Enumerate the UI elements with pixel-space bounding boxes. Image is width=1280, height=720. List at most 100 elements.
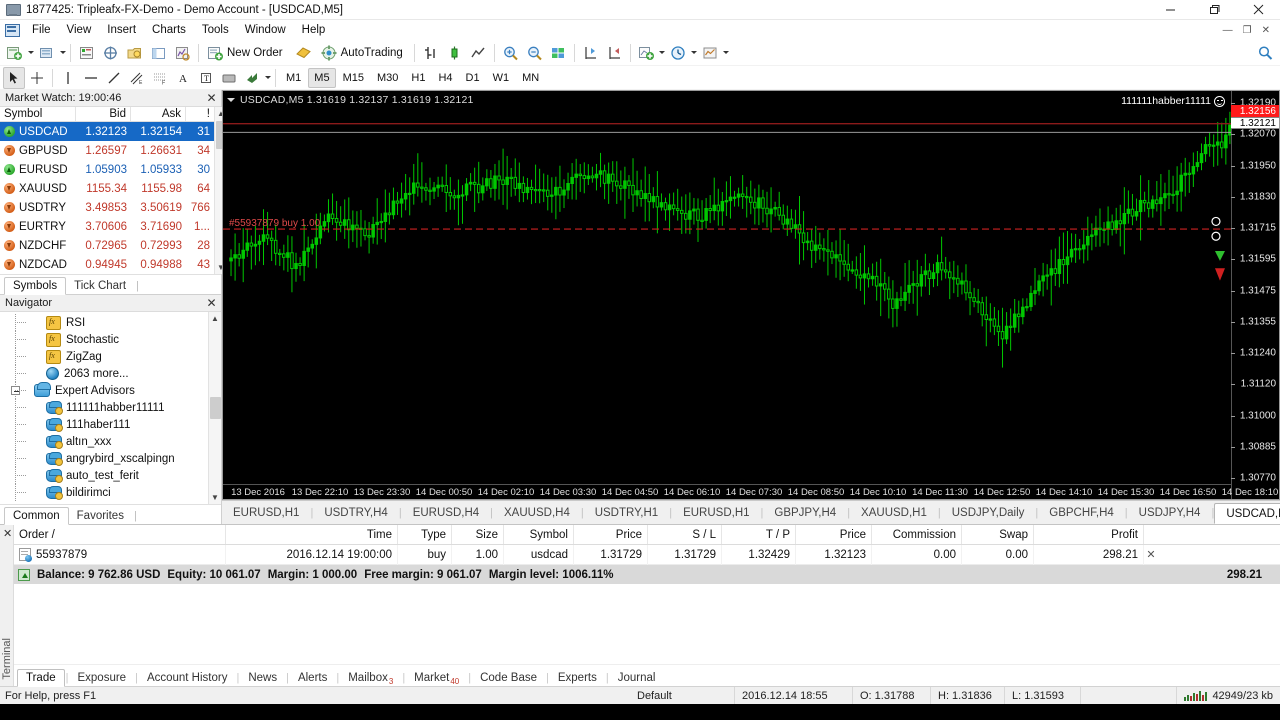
- column-ask[interactable]: Ask: [131, 107, 186, 121]
- terminal-column-take-profit[interactable]: T / P: [722, 525, 796, 544]
- terminal-column-commission[interactable]: Commission: [872, 525, 962, 544]
- terminal-tab-news[interactable]: News: [240, 670, 285, 686]
- navigator-item[interactable]: altın_xxx: [0, 433, 208, 450]
- status-profile[interactable]: Default: [630, 686, 735, 705]
- terminal-column-symbol[interactable]: Symbol: [504, 525, 574, 544]
- market-watch-row[interactable]: XAUUSD 1155.34 1155.98 64: [0, 179, 214, 198]
- chart-tab[interactable]: EURUSD,H4: [402, 501, 490, 524]
- navigator-item[interactable]: 2063 more...: [0, 365, 208, 382]
- navigator-scrollbar[interactable]: ▲ ▼: [208, 312, 221, 504]
- restore-button[interactable]: [1192, 0, 1236, 20]
- timeframe-h1[interactable]: H1: [405, 68, 431, 88]
- nav-scroll-down-icon[interactable]: ▼: [209, 491, 222, 504]
- arrows-dropdown[interactable]: [264, 67, 271, 89]
- minimize-button[interactable]: [1148, 0, 1192, 20]
- collapse-toggle-icon[interactable]: [11, 386, 20, 395]
- nav-scroll-thumb[interactable]: [209, 397, 221, 419]
- market-watch-row[interactable]: EURUSD 1.05903 1.05933 30: [0, 160, 214, 179]
- fibonacci-tool[interactable]: F: [149, 67, 171, 89]
- terminal-tab-code-base[interactable]: Code Base: [472, 670, 545, 686]
- timeframe-m1[interactable]: M1: [280, 68, 307, 88]
- market-watch-row[interactable]: NZDCAD 0.94945 0.94988 43: [0, 255, 214, 274]
- new-chart-dropdown[interactable]: [27, 42, 34, 64]
- tab-common[interactable]: Common: [4, 507, 69, 525]
- profiles-dropdown[interactable]: [59, 42, 66, 64]
- periods-dropdown[interactable]: [691, 42, 698, 64]
- indicators-dropdown[interactable]: [659, 42, 666, 64]
- timeframe-m5[interactable]: M5: [308, 67, 336, 88]
- chart-tab[interactable]: EURUSD,H1: [672, 501, 760, 524]
- terminal-column-price-open[interactable]: Price: [574, 525, 648, 544]
- terminal-tab-market[interactable]: Market 40: [406, 670, 467, 686]
- chart-tab[interactable]: GBPJPY,H4: [763, 501, 847, 524]
- data-window-button[interactable]: [99, 42, 122, 64]
- terminal-column-size[interactable]: Size: [452, 525, 504, 544]
- market-watch-row[interactable]: USDCAD 1.32123 1.32154 31: [0, 122, 214, 141]
- chart-tab[interactable]: USDTRY,H4: [313, 501, 399, 524]
- column-bid[interactable]: Bid: [76, 107, 131, 121]
- search-icon[interactable]: [1254, 42, 1277, 64]
- terminal-tab-account-history[interactable]: Account History: [139, 670, 236, 686]
- market-watch-row[interactable]: GBPUSD 1.26597 1.26631 34: [0, 141, 214, 160]
- navigator-item[interactable]: RSI: [0, 314, 208, 331]
- text-label-tool[interactable]: T: [195, 67, 217, 89]
- navigator-button[interactable]: [123, 42, 146, 64]
- candlestick-chart-button[interactable]: [443, 42, 466, 64]
- column-symbol[interactable]: Symbol: [0, 107, 76, 121]
- crosshair-tool[interactable]: [26, 67, 48, 89]
- zoom-in-button[interactable]: [499, 42, 522, 64]
- navigator-item[interactable]: Expert Advisors: [0, 382, 208, 399]
- shift-end-button[interactable]: [579, 42, 602, 64]
- terminal-column-swap[interactable]: Swap: [962, 525, 1034, 544]
- navigator-item[interactable]: bildirimci: [0, 484, 208, 501]
- new-order-button[interactable]: New Order: [203, 42, 290, 64]
- autotrading-button[interactable]: AutoTrading: [317, 42, 410, 64]
- zoom-out-button[interactable]: [523, 42, 546, 64]
- terminal-tab-exposure[interactable]: Exposure: [69, 670, 134, 686]
- tab-tick-chart[interactable]: Tick Chart: [66, 278, 134, 294]
- navigator-item[interactable]: ZigZag: [0, 348, 208, 365]
- market-watch-row[interactable]: NZDCHF 0.72965 0.72993 28: [0, 236, 214, 255]
- auto-scroll-button[interactable]: [603, 42, 626, 64]
- tile-windows-button[interactable]: [547, 42, 570, 64]
- timeframe-m15[interactable]: M15: [337, 68, 370, 88]
- new-chart-button[interactable]: [3, 42, 26, 64]
- mdi-minimize-button[interactable]: —: [1219, 25, 1237, 36]
- terminal-row[interactable]: 55937879 2016.12.14 19:00:00 buy 1.00 usdcad…: [14, 544, 1280, 565]
- horizontal-line-tool[interactable]: [80, 67, 102, 89]
- line-chart-button[interactable]: [467, 42, 490, 64]
- time-scale[interactable]: 13 Dec 2016 13 Dec 22:10 13 Dec 23:30 14 De…: [223, 484, 1278, 499]
- menu-insert[interactable]: Insert: [99, 22, 144, 38]
- mdi-close-button[interactable]: ✕: [1258, 25, 1274, 36]
- terminal-column-time[interactable]: Time: [226, 525, 398, 544]
- market-watch-button[interactable]: [75, 42, 98, 64]
- text-tool[interactable]: A: [172, 67, 194, 89]
- trendline-tool[interactable]: [103, 67, 125, 89]
- strategy-tester-button[interactable]: [171, 42, 194, 64]
- menu-help[interactable]: Help: [294, 22, 334, 38]
- menu-charts[interactable]: Charts: [144, 22, 194, 38]
- timeframe-h4[interactable]: H4: [432, 68, 458, 88]
- timeframe-mn[interactable]: MN: [516, 68, 545, 88]
- tab-symbols[interactable]: Symbols: [4, 277, 67, 295]
- nav-scroll-up-icon[interactable]: ▲: [209, 312, 222, 325]
- market-watch-close-icon[interactable]: ✕: [205, 92, 218, 104]
- templates-button[interactable]: [699, 42, 722, 64]
- menu-tools[interactable]: Tools: [194, 22, 237, 38]
- menu-file[interactable]: File: [24, 22, 59, 38]
- market-watch-row[interactable]: USDTRY 3.49853 3.50619 766: [0, 198, 214, 217]
- menu-view[interactable]: View: [59, 22, 100, 38]
- terminal-close-icon[interactable]: ✕: [3, 527, 12, 540]
- vertical-line-tool[interactable]: [57, 67, 79, 89]
- chart-tab[interactable]: USDTRY,H1: [584, 501, 670, 524]
- menu-window[interactable]: Window: [237, 22, 294, 38]
- price-scale[interactable]: 1.32190 1.32070 1.31950 1.31830 1.31715 1.315…: [1231, 91, 1279, 499]
- chart-tab[interactable]: USDJPY,Daily: [941, 501, 1036, 524]
- rectangle-label-tool[interactable]: [218, 67, 240, 89]
- chart-canvas[interactable]: USDCAD,M5 1.31619 1.32137 1.31619 1.3212…: [222, 90, 1280, 500]
- navigator-item[interactable]: 111111habber11111: [0, 399, 208, 416]
- cursor-tool[interactable]: [3, 66, 25, 89]
- column-spread[interactable]: !: [186, 107, 214, 121]
- chart-tab[interactable]: XAUUSD,H1: [850, 501, 938, 524]
- chart-tab[interactable]: USDCAD,M5: [1214, 503, 1280, 524]
